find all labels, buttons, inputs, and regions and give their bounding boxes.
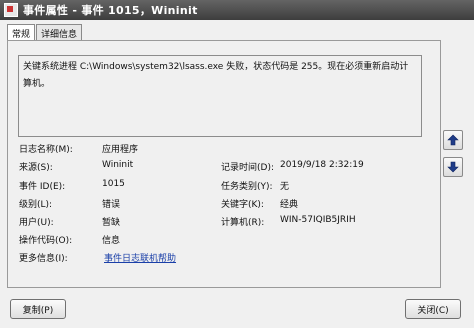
copy-button[interactable]: 复制(P) [10, 299, 66, 319]
keywords-label: 关键字(K): [221, 200, 264, 210]
next-event-button[interactable] [443, 157, 463, 177]
task-category-value: 无 [280, 182, 290, 192]
level-value: 错误 [102, 200, 121, 210]
arrow-down-icon [447, 161, 459, 173]
previous-event-button[interactable] [443, 130, 463, 150]
log-name-value: 应用程序 [102, 145, 139, 155]
general-panel: 关键系统进程 C:\Windows\system32\lsass.exe 失败，… [7, 40, 441, 288]
source-value: Wininit [102, 160, 134, 170]
user-label: 用户(U): [19, 218, 54, 228]
arrow-up-icon [447, 134, 459, 146]
logged-value: 2019/9/18 2:32:19 [280, 160, 364, 170]
title-bar: 事件属性 - 事件 1015，Wininit [0, 0, 474, 20]
close-button[interactable]: 关闭(C) [405, 299, 461, 319]
computer-label: 计算机(R): [221, 218, 265, 228]
level-label: 级别(L): [19, 200, 53, 210]
event-id-value: 1015 [102, 179, 125, 189]
description-box[interactable]: 关键系统进程 C:\Windows\system32\lsass.exe 失败，… [18, 55, 422, 137]
online-help-link[interactable]: 事件日志联机帮助 [104, 251, 176, 264]
tab-strip: 常规 详细信息 [7, 24, 83, 42]
computer-value: WIN-57IQIB5JRIH [280, 215, 356, 225]
keywords-value: 经典 [280, 200, 299, 210]
tab-details[interactable]: 详细信息 [36, 24, 83, 41]
event-viewer-icon [4, 3, 18, 17]
log-name-label: 日志名称(M): [19, 145, 73, 155]
user-value: 暂缺 [102, 218, 121, 228]
event-description: 关键系统进程 C:\Windows\system32\lsass.exe 失败，… [23, 62, 409, 89]
opcode-label: 操作代码(O): [19, 236, 73, 246]
event-id-label: 事件 ID(E): [19, 182, 66, 192]
window-title: 事件属性 - 事件 1015，Wininit [23, 4, 198, 17]
more-info-label: 更多信息(I): [19, 254, 68, 264]
task-category-label: 任务类别(Y): [221, 182, 273, 192]
logged-label: 记录时间(D): [221, 163, 274, 173]
opcode-value: 信息 [102, 236, 121, 246]
source-label: 来源(S): [19, 163, 53, 173]
